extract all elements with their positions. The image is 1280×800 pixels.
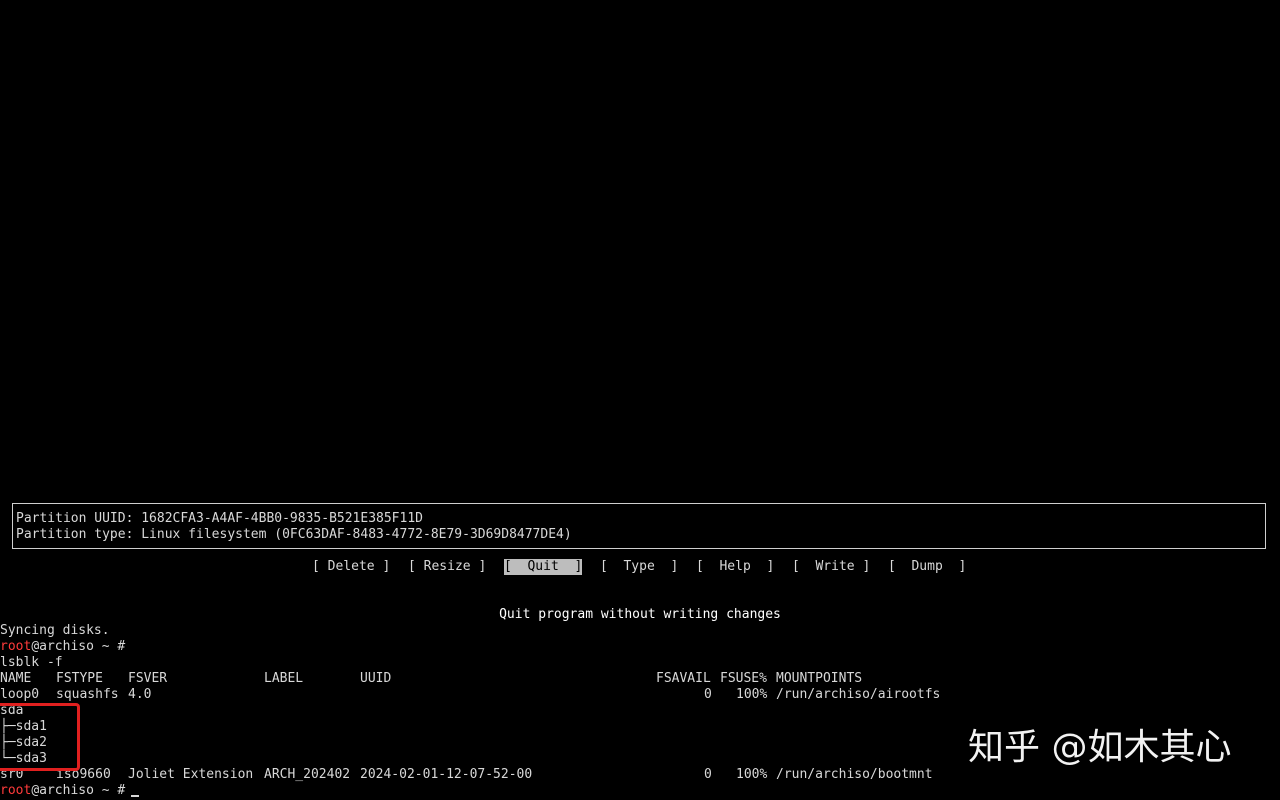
row-fsuse: 100% <box>736 767 768 782</box>
partition-info-box: Partition UUID: 1682CFA3-A4AF-4BB0-9835-… <box>12 503 1266 549</box>
row-fsver: 4.0 <box>128 687 152 702</box>
dump-button[interactable]: [ Dump ] <box>888 559 966 575</box>
prompt-host: @archiso ~ # <box>31 639 126 654</box>
text-cursor <box>131 795 140 797</box>
prompt-user: root <box>0 639 32 654</box>
header-mountpoints: MOUNTPOINTS <box>776 671 863 686</box>
header-uuid: UUID <box>360 671 392 686</box>
prompt-user: root <box>0 783 32 798</box>
terminal-screen[interactable]: Partition UUID: 1682CFA3-A4AF-4BB0-9835-… <box>0 0 1280 800</box>
row-fsavail: 0 <box>704 767 712 782</box>
header-fstype: FSTYPE <box>56 671 103 686</box>
prompt-host: @archiso ~ # <box>31 783 126 798</box>
row-fsver: Joliet Extension <box>128 767 254 782</box>
header-name: NAME <box>0 671 32 686</box>
delete-button[interactable]: [ Delete ] <box>312 559 390 575</box>
row-uuid: 2024-02-01-12-07-52-00 <box>360 767 533 782</box>
header-label: LABEL <box>264 671 304 686</box>
row-fstype: squashfs <box>56 687 119 702</box>
row-name: loop0 <box>0 687 40 702</box>
partition-type-line: Partition type: Linux filesystem (0FC63D… <box>16 527 572 542</box>
command-line: lsblk -f <box>0 655 63 670</box>
header-fsver: FSVER <box>128 671 168 686</box>
row-label: ARCH_202402 <box>264 767 351 782</box>
partition-uuid-line: Partition UUID: 1682CFA3-A4AF-4BB0-9835-… <box>16 511 423 526</box>
partition-highlight-box <box>0 703 80 771</box>
row-mountpoints: /run/archiso/airootfs <box>776 687 941 702</box>
zhihu-watermark: 知乎 @如木其心 <box>968 727 1232 768</box>
row-fsuse: 100% <box>736 687 768 702</box>
type-button[interactable]: [ Type ] <box>600 559 678 575</box>
menu-hint: Quit program without writing changes <box>499 607 781 622</box>
header-fsavail: FSAVAIL <box>656 671 711 686</box>
quit-button[interactable]: [ Quit ] <box>504 559 583 575</box>
syncing-message: Syncing disks. <box>0 623 110 638</box>
header-fsuse: FSUSE% <box>720 671 767 686</box>
shell-prompt[interactable]: root@archiso ~ # <box>0 783 140 799</box>
row-fsavail: 0 <box>704 687 712 702</box>
resize-button[interactable]: [ Resize ] <box>408 559 486 575</box>
write-button[interactable]: [ Write ] <box>792 559 870 575</box>
help-button[interactable]: [ Help ] <box>696 559 774 575</box>
shell-prompt: root@archiso ~ # <box>0 639 125 655</box>
row-mountpoints: /run/archiso/bootmnt <box>776 767 933 782</box>
